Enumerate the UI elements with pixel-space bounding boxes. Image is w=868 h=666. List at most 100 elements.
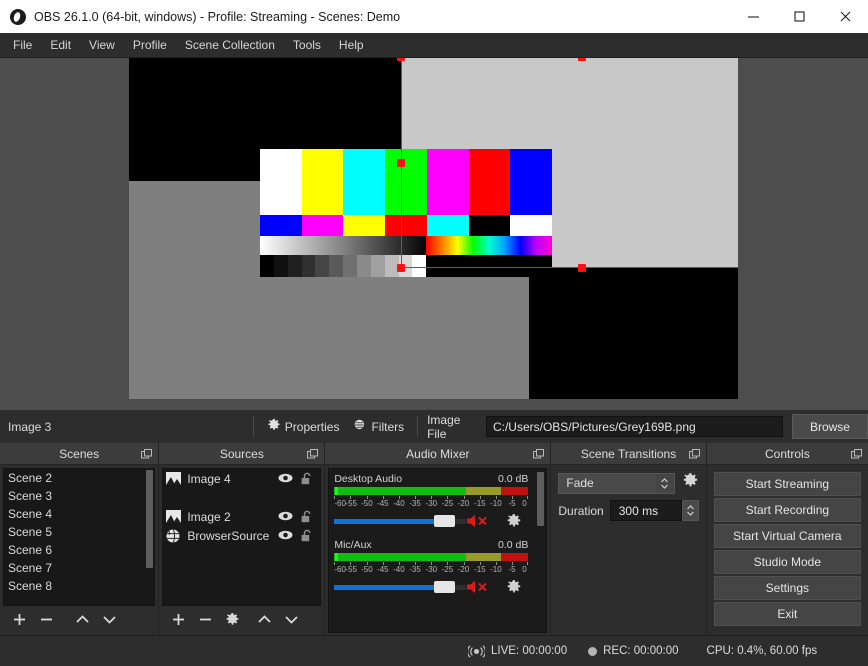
undock-icon[interactable]	[533, 448, 544, 458]
slider-knob[interactable]	[434, 581, 455, 593]
start-virtual-camera-button[interactable]: Start Virtual Camera	[714, 524, 861, 548]
remove-source-button[interactable]	[193, 609, 217, 631]
duration-input[interactable]: 300 ms	[610, 500, 682, 521]
audio-mixer-dock-title: Audio Mixer	[406, 447, 469, 461]
source-selection-box[interactable]	[401, 58, 738, 268]
preview-area[interactable]	[0, 58, 868, 410]
resize-handle-top-center[interactable]	[578, 58, 586, 61]
chevron-updown-icon[interactable]	[656, 474, 674, 493]
source-item-image-4[interactable]: Image 4	[163, 469, 320, 488]
tick-label: -55	[345, 565, 357, 574]
desktop-audio-meter	[334, 487, 528, 495]
exit-button[interactable]: Exit	[714, 602, 861, 626]
lock-open-icon[interactable]	[301, 472, 313, 488]
undock-icon[interactable]	[851, 448, 862, 458]
tick-label: -25	[442, 499, 454, 508]
image-file-input[interactable]: C:/Users/OBS/Pictures/Grey169B.png	[486, 416, 783, 437]
remove-scene-button[interactable]	[34, 609, 58, 631]
visibility-eye-icon[interactable]	[278, 529, 293, 544]
step-7	[357, 255, 371, 277]
menu-item-profile[interactable]: Profile	[124, 35, 176, 55]
resize-handle-middle-left[interactable]	[397, 159, 405, 167]
maximize-icon[interactable]	[776, 0, 822, 33]
studio-mode-button[interactable]: Studio Mode	[714, 550, 861, 574]
tick-label: -40	[393, 565, 405, 574]
scene-item-4[interactable]: Scene 4	[4, 505, 154, 523]
duration-spinner[interactable]	[682, 500, 699, 521]
selected-source-label: Image 3	[0, 420, 247, 434]
source-properties-gear-icon[interactable]	[220, 609, 244, 631]
scene-item-6[interactable]: Scene 6	[4, 541, 154, 559]
tick-label: 0	[522, 565, 526, 574]
scenes-list[interactable]: Scene 1 Scene 2 Scene 3 Scene 4 Scene 5 …	[3, 468, 155, 606]
resize-handle-bottom-left[interactable]	[397, 264, 405, 272]
transition-settings-gear-icon[interactable]	[682, 472, 699, 494]
filters-button[interactable]: Filters	[346, 415, 411, 438]
move-source-down-button[interactable]	[279, 609, 303, 631]
scene-item-3[interactable]: Scene 3	[4, 487, 154, 505]
start-recording-button[interactable]: Start Recording	[714, 498, 861, 522]
add-source-button[interactable]	[166, 609, 190, 631]
lock-open-icon[interactable]	[301, 510, 313, 526]
rec-time-label: REC: 00:00:00	[603, 645, 678, 657]
add-scene-button[interactable]	[7, 609, 31, 631]
lock-open-icon[interactable]	[301, 529, 313, 545]
meter-yellow-zone	[466, 487, 501, 495]
scene-item-7[interactable]: Scene 7	[4, 559, 154, 577]
undock-icon[interactable]	[307, 448, 318, 458]
mic-aux-meter	[334, 553, 528, 561]
close-icon[interactable]	[822, 0, 868, 33]
move-source-up-button[interactable]	[252, 609, 276, 631]
menu-item-scene-collection[interactable]: Scene Collection	[176, 35, 284, 55]
tick-label: -35	[409, 565, 421, 574]
scene-item-5[interactable]: Scene 5	[4, 523, 154, 541]
resize-handle-top-left[interactable]	[397, 58, 405, 61]
browse-button[interactable]: Browse	[792, 414, 868, 439]
preview-canvas[interactable]	[129, 58, 738, 399]
audio-mixer-dock-header: Audio Mixer	[325, 443, 550, 465]
speaker-muted-icon[interactable]	[466, 580, 492, 599]
resize-handle-bottom-center[interactable]	[578, 264, 586, 272]
source-item-browsersource[interactable]: BrowserSource	[163, 526, 320, 545]
menu-item-tools[interactable]: Tools	[284, 35, 330, 55]
audio-mixer-dock-body: Desktop Audio 0.0 dB -60 -55 -50	[325, 465, 550, 636]
sources-list[interactable]: Image 4 Image 3	[162, 468, 321, 606]
mic-aux-scale: -60 -55 -50 -45 -40 -35 -30 -25 -20 -15 …	[334, 562, 528, 575]
window-buttons	[730, 0, 868, 33]
transition-select[interactable]: Fade	[558, 473, 674, 494]
tick-label: -10	[490, 565, 502, 574]
scene-item-8[interactable]: Scene 8	[4, 577, 154, 595]
undock-icon[interactable]	[689, 448, 700, 458]
source-label: BrowserSource	[187, 529, 269, 543]
move-scene-up-button[interactable]	[70, 609, 94, 631]
visibility-eye-icon[interactable]	[278, 510, 293, 525]
mixer-scrollbar[interactable]	[537, 472, 544, 526]
scene-item-2[interactable]: Scene 2	[4, 469, 154, 487]
step-2	[288, 255, 302, 277]
desktop-audio-volume-slider[interactable]	[334, 514, 528, 528]
move-scene-down-button[interactable]	[97, 609, 121, 631]
visibility-eye-icon[interactable]	[278, 472, 293, 487]
menu-item-view[interactable]: View	[80, 35, 124, 55]
meter-green-zone	[334, 553, 466, 561]
minimize-icon[interactable]	[730, 0, 776, 33]
undock-icon[interactable]	[141, 448, 152, 458]
slider-knob[interactable]	[434, 515, 455, 527]
mic-aux-volume-slider[interactable]	[334, 580, 528, 594]
settings-button[interactable]: Settings	[714, 576, 861, 600]
menu-item-help[interactable]: Help	[330, 35, 373, 55]
scenes-dock-title: Scenes	[59, 447, 99, 461]
menu-item-edit[interactable]: Edit	[41, 35, 80, 55]
tick-label: -45	[377, 565, 389, 574]
step-8	[371, 255, 385, 277]
mic-aux-settings-gear-icon[interactable]	[506, 579, 522, 600]
menu-item-file[interactable]: File	[4, 35, 41, 55]
properties-button[interactable]: Properties	[260, 415, 347, 438]
start-streaming-button[interactable]: Start Streaming	[714, 472, 861, 496]
scenes-scrollbar[interactable]	[146, 470, 153, 568]
source-item-image-2[interactable]: Image 2	[163, 507, 320, 526]
live-time-label: LIVE: 00:00:00	[491, 645, 567, 657]
tick-label: -5	[508, 565, 515, 574]
speaker-muted-icon[interactable]	[466, 514, 492, 533]
desktop-audio-settings-gear-icon[interactable]	[506, 513, 522, 534]
